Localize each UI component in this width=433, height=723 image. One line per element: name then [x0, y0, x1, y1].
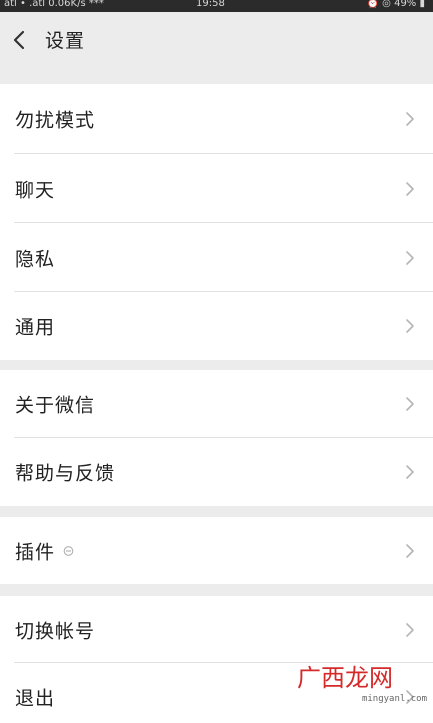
- watermark: 广西龙网 mingyanl.com: [297, 664, 427, 704]
- watermark-text: 广西龙网: [297, 664, 393, 692]
- item-label: 关于微信: [15, 394, 96, 417]
- settings-group-1: 勿扰模式 聊天 隐私 通用: [0, 84, 433, 360]
- item-label: 插件: [15, 537, 74, 564]
- chevron-left-icon[interactable]: [9, 29, 31, 51]
- plugin-icon: [63, 545, 74, 556]
- chevron-right-icon: [406, 465, 414, 479]
- item-label: 退出: [15, 687, 56, 710]
- page-title: 设置: [45, 30, 86, 52]
- settings-group-2: 关于微信 帮助与反馈: [0, 370, 433, 506]
- chevron-right-icon: [406, 112, 414, 126]
- plugins-label: 插件: [15, 541, 56, 563]
- chevron-right-icon: [406, 397, 414, 411]
- item-label: 切换帐号: [15, 620, 96, 642]
- signal-indicator: atl • .atl 0.06K/s ***: [4, 0, 104, 9]
- item-label: 勿扰模式: [15, 109, 96, 132]
- settings-item-privacy[interactable]: 隐私: [0, 223, 433, 292]
- settings-item-about[interactable]: 关于微信: [0, 370, 433, 438]
- status-time: 19:58: [196, 0, 225, 9]
- item-label: 通用: [15, 316, 56, 339]
- item-label: 聊天: [15, 179, 56, 201]
- chevron-right-icon: [406, 250, 414, 265]
- chevron-right-icon: [406, 622, 414, 637]
- chevron-right-icon: [406, 319, 414, 333]
- settings-item-general[interactable]: 通用: [0, 292, 433, 360]
- settings-item-do-not-disturb[interactable]: 勿扰模式: [0, 84, 433, 154]
- settings-item-plugins[interactable]: 插件: [0, 517, 433, 584]
- item-label: 隐私: [15, 248, 56, 270]
- status-bar: atl • .atl 0.06K/s *** 19:58 ⏰ ◎ 49% ▮: [0, 0, 433, 12]
- settings-item-help-feedback[interactable]: 帮助与反馈: [0, 438, 433, 506]
- battery-indicator: ⏰ ◎ 49% ▮: [366, 0, 425, 9]
- settings-item-switch-account[interactable]: 切换帐号: [0, 596, 433, 663]
- item-label: 帮助与反馈: [15, 462, 116, 485]
- settings-item-chat[interactable]: 聊天: [0, 154, 433, 223]
- settings-group-3: 插件: [0, 517, 433, 584]
- watermark-url: mingyanl.com: [361, 694, 427, 704]
- chevron-right-icon: [406, 543, 414, 558]
- nav-bar: 设置: [0, 12, 433, 70]
- chevron-right-icon: [406, 181, 414, 196]
